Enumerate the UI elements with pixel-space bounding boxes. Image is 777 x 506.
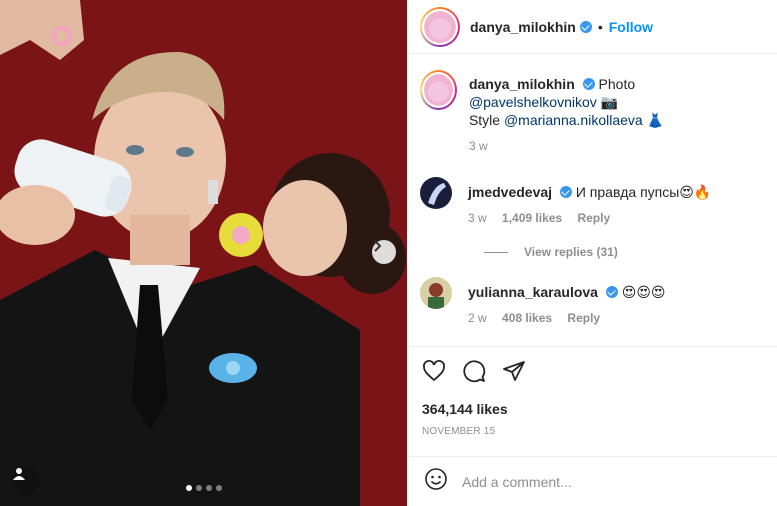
comment-time[interactable]: 3 w — [468, 211, 487, 225]
unicorn-avatar-icon — [424, 10, 456, 43]
avatar[interactable] — [420, 6, 460, 47]
separator-bullet: • — [597, 18, 603, 35]
photo-illustration — [0, 0, 407, 506]
carousel-dot — [216, 485, 222, 491]
verified-icon — [582, 78, 595, 90]
next-photo-button[interactable] — [372, 240, 396, 264]
comment-time[interactable]: 2 w — [468, 311, 487, 325]
verified-icon — [579, 20, 592, 33]
user-tag-icon — [13, 468, 25, 480]
share-button[interactable] — [502, 359, 526, 383]
verified-icon — [605, 286, 618, 298]
carousel-dot — [186, 485, 192, 491]
caption: danya_milokhin Photo @pavelshelkovnikov … — [420, 70, 761, 153]
comment-text: 😍😍😍 — [621, 284, 666, 300]
camera-emoji: 📷 — [600, 94, 619, 110]
comments-section[interactable]: danya_milokhin Photo @pavelshelkovnikov … — [408, 54, 777, 346]
chevron-right-icon — [374, 240, 382, 252]
user-tag-button[interactable] — [12, 467, 40, 495]
carousel-dot — [206, 485, 212, 491]
comment-username[interactable]: jmedvedevaj — [468, 184, 552, 200]
like-button[interactable] — [422, 359, 446, 383]
comment-likes[interactable]: 1,409 likes — [502, 211, 562, 225]
follow-button[interactable]: Follow — [609, 19, 653, 35]
post-photo[interactable] — [0, 0, 407, 506]
header-username[interactable]: danya_milokhin — [470, 19, 576, 35]
comment-likes[interactable]: 408 likes — [502, 311, 552, 325]
verified-icon — [559, 186, 572, 198]
post-date[interactable]: NOVEMBER 15 — [422, 426, 761, 437]
comment-icon — [463, 360, 486, 383]
add-comment-input[interactable] — [462, 473, 722, 490]
unicorn-avatar-icon — [424, 74, 453, 106]
view-replies-label: View replies (31) — [524, 245, 618, 259]
comment-button[interactable] — [462, 359, 486, 383]
avatar[interactable] — [420, 277, 452, 309]
caption-photo-label: Photo — [598, 76, 636, 92]
reply-button[interactable]: Reply — [567, 311, 600, 325]
mention-link[interactable]: @marianna.nikollaeva — [504, 112, 643, 128]
carousel-dot — [196, 485, 202, 491]
comment-item: yulianna_karaulova 😍😍😍 2 w 408 likes Rep… — [420, 277, 761, 325]
avatar[interactable] — [420, 177, 452, 209]
post-actions: 364,144 likes NOVEMBER 15 — [408, 346, 777, 437]
likes-count[interactable]: 364,144 likes — [422, 401, 761, 417]
emoji-icon — [425, 468, 447, 490]
caption-style-label: Style — [468, 112, 501, 128]
post-side-panel: danya_milokhin • Follow danya_milokhin P… — [407, 0, 777, 506]
comment-username[interactable]: yulianna_karaulova — [468, 284, 598, 300]
reply-button[interactable]: Reply — [577, 211, 610, 225]
share-icon — [503, 361, 525, 381]
mention-link[interactable]: @pavelshelkovnikov — [469, 94, 597, 110]
avatar[interactable] — [420, 70, 457, 110]
comment-item: jmedvedevaj И правда пупсы😍🔥 3 w 1,409 l… — [420, 177, 761, 225]
caption-time[interactable]: 3 w — [469, 139, 761, 153]
view-replies-button[interactable]: View replies (31) — [484, 245, 761, 259]
add-comment-bar — [408, 456, 777, 506]
heart-icon — [423, 360, 445, 382]
emoji-button[interactable] — [424, 467, 448, 496]
dress-emoji: 👗 — [646, 112, 665, 128]
comment-text: И правда пупсы😍🔥 — [575, 184, 712, 200]
post-header: danya_milokhin • Follow — [408, 0, 777, 54]
carousel-indicator — [186, 485, 222, 491]
caption-username[interactable]: danya_milokhin — [469, 76, 575, 92]
